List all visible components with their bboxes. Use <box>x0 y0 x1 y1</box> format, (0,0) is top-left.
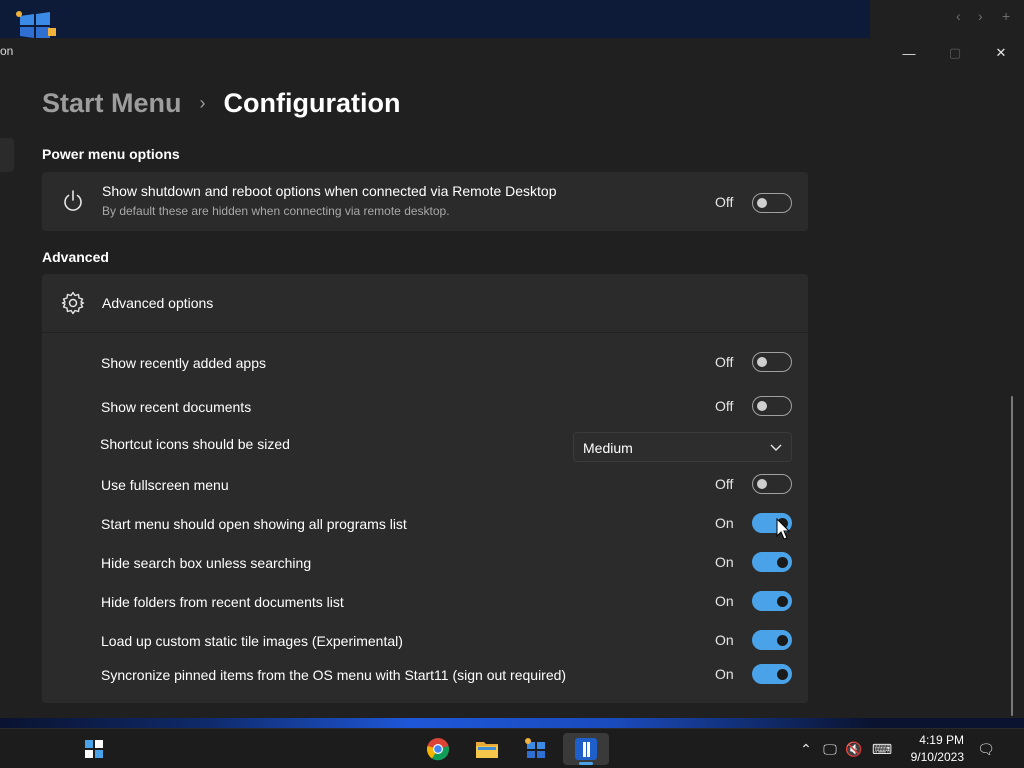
folder-icon <box>476 742 498 758</box>
clock-time: 4:19 PM <box>919 733 964 747</box>
network-icon[interactable]: 🖵 <box>820 739 840 759</box>
minimize-icon: — <box>902 45 916 61</box>
all-programs-list-label: Start menu should open showing all progr… <box>101 516 407 532</box>
recently-added-apps-state: Off <box>715 354 734 370</box>
clock[interactable]: 4:19 PM 9/10/2023 <box>898 732 964 766</box>
active-app-indicator <box>579 762 593 765</box>
mouse-cursor-icon <box>776 518 791 540</box>
hide-folders-label: Hide folders from recent documents list <box>101 594 344 610</box>
all-programs-list-state: On <box>715 515 734 531</box>
fullscreen-menu-toggle[interactable] <box>752 474 792 494</box>
sync-pinned-items-state: On <box>715 666 734 682</box>
custom-tile-images-toggle[interactable] <box>752 630 792 650</box>
stardock-app-icon <box>575 738 597 760</box>
close-icon: ✕ <box>995 45 1007 60</box>
fullscreen-menu-label: Use fullscreen menu <box>101 477 229 493</box>
fullscreen-menu-state: Off <box>715 476 734 492</box>
breadcrumb: Start Menu › Configuration <box>42 88 400 119</box>
gear-icon <box>61 291 85 315</box>
start-button[interactable] <box>74 733 114 765</box>
hide-search-box-toggle[interactable] <box>752 552 792 572</box>
minimize-button[interactable]: — <box>886 38 932 68</box>
forward-arrow-icon[interactable]: › <box>978 8 983 24</box>
scrollbar[interactable] <box>1011 396 1013 716</box>
close-button[interactable]: ✕ <box>978 38 1024 68</box>
remote-desktop-power-card: Show shutdown and reboot options when co… <box>42 172 808 231</box>
custom-tile-images-state: On <box>715 632 734 648</box>
start11-icon <box>525 738 545 758</box>
chrome-button[interactable] <box>418 733 458 765</box>
advanced-options-title: Advanced options <box>102 295 214 311</box>
remote-desktop-power-toggle[interactable] <box>752 193 792 213</box>
power-icon <box>64 190 82 211</box>
shortcut-icon-size-label: Shortcut icons should be sized <box>100 436 290 452</box>
window-controls: — ▢ ✕ <box>886 38 1024 68</box>
start11-logo-icon <box>16 11 56 40</box>
maximize-button[interactable]: ▢ <box>932 38 978 68</box>
remote-desktop-power-state: Off <box>715 194 734 210</box>
start11-button[interactable] <box>516 733 556 765</box>
recent-documents-toggle[interactable] <box>752 396 792 416</box>
notifications-icon[interactable]: 🗨 <box>976 739 996 759</box>
hide-folders-toggle[interactable] <box>752 591 792 611</box>
advanced-section-title: Advanced <box>42 249 109 265</box>
window-title-fragment: on <box>0 44 14 58</box>
chrome-icon <box>426 738 450 761</box>
stardock-app-button[interactable] <box>563 733 609 765</box>
maximize-icon: ▢ <box>948 45 962 60</box>
taskbar: ⌃ 🖵 🔇 ⌨ 4:19 PM 9/10/2023 🗨 <box>0 728 1024 768</box>
page-title: Configuration <box>223 88 401 118</box>
volume-muted-icon[interactable]: 🔇 <box>844 739 864 759</box>
file-explorer-button[interactable] <box>467 733 507 765</box>
settings-window: on — ▢ ✕ Start Menu › Configuration Powe… <box>0 38 1024 718</box>
chevron-up-icon[interactable]: ⌃ <box>796 739 816 759</box>
windows-logo-icon <box>85 740 103 758</box>
new-tab-icon[interactable]: + <box>1002 8 1010 24</box>
chevron-down-icon <box>770 444 782 451</box>
hide-search-box-state: On <box>715 554 734 570</box>
sync-pinned-items-label: Syncronize pinned items from the OS menu… <box>101 667 567 683</box>
hide-folders-state: On <box>715 593 734 609</box>
shortcut-icon-size-value: Medium <box>583 440 633 456</box>
keyboard-icon[interactable]: ⌨ <box>870 739 894 759</box>
shortcut-icon-size-dropdown[interactable]: Medium <box>573 432 792 462</box>
recently-added-apps-label: Show recently added apps <box>101 355 266 371</box>
remote-desktop-power-description: By default these are hidden when connect… <box>102 204 450 218</box>
recent-documents-state: Off <box>715 398 734 414</box>
recent-documents-label: Show recent documents <box>101 399 252 415</box>
sync-pinned-items-toggle[interactable] <box>752 664 792 684</box>
back-arrow-icon[interactable]: ‹ <box>956 8 961 24</box>
breadcrumb-separator-icon: › <box>199 93 206 113</box>
navigation-selection-indicator <box>0 138 14 172</box>
custom-tile-images-label: Load up custom static tile images (Exper… <box>101 633 403 649</box>
background-window: ‹ › + <box>870 0 1024 40</box>
hide-search-box-label: Hide search box unless searching <box>101 555 312 571</box>
breadcrumb-start-menu[interactable]: Start Menu <box>42 88 182 119</box>
remote-desktop-power-title: Show shutdown and reboot options when co… <box>102 183 557 199</box>
advanced-options-header[interactable]: Advanced options <box>42 274 808 332</box>
clock-date: 9/10/2023 <box>910 750 964 764</box>
recently-added-apps-toggle[interactable] <box>752 352 792 372</box>
power-section-title: Power menu options <box>42 146 180 162</box>
